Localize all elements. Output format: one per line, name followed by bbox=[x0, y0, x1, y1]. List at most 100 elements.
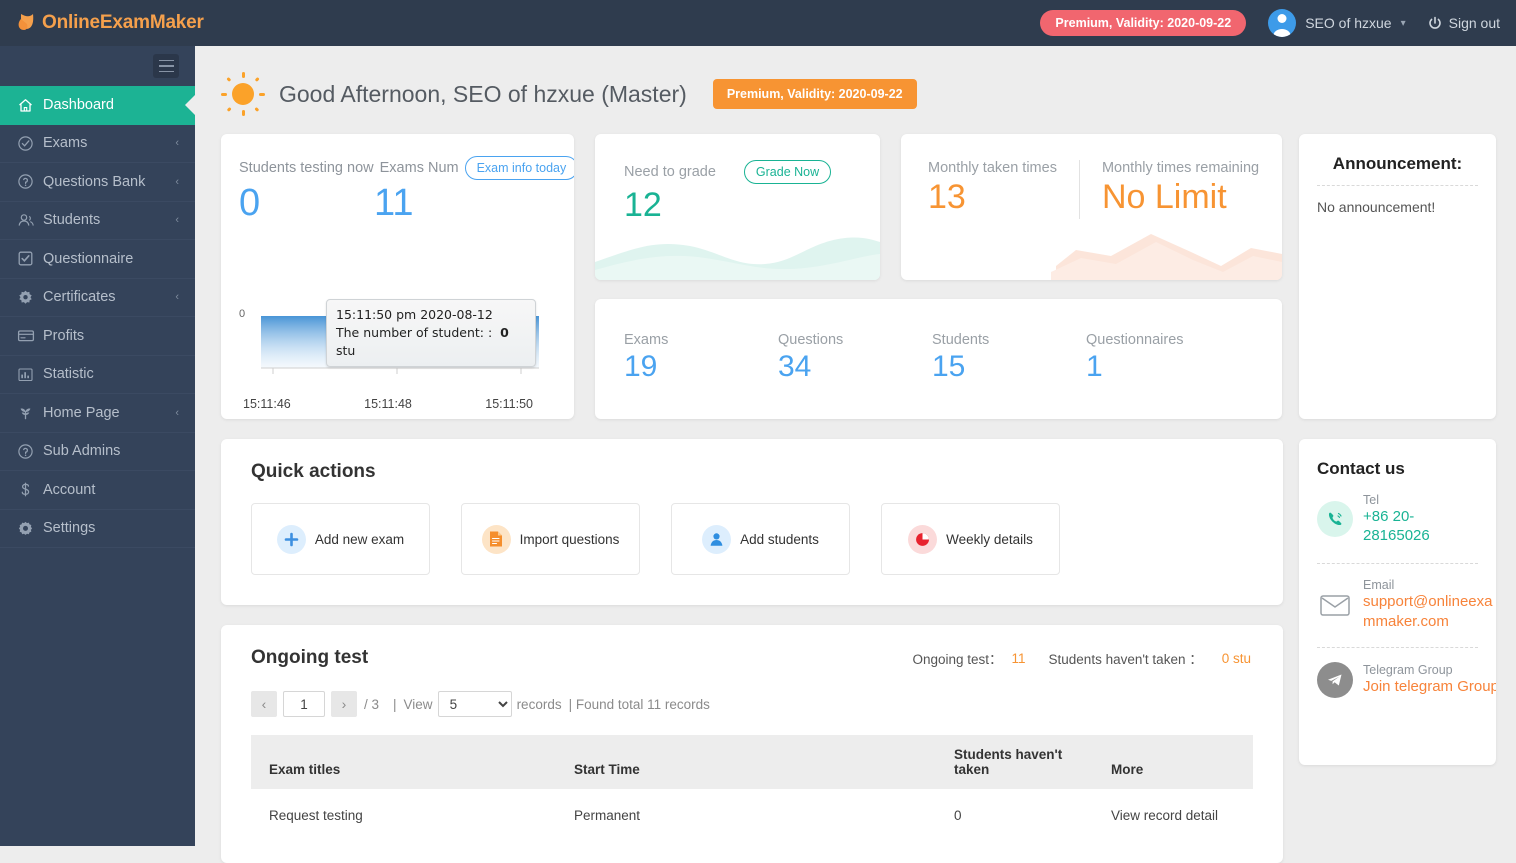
user-menu[interactable]: SEO of hzxue ▾ bbox=[1268, 9, 1406, 37]
ongoing-count-value: 11 bbox=[1011, 650, 1026, 666]
ongoing-title: Ongoing test bbox=[251, 647, 369, 668]
ongoing-test-table: Exam titles Start Time Students haven't … bbox=[251, 735, 1253, 842]
greeting-premium-badge[interactable]: Premium, Validity: 2020-09-22 bbox=[712, 79, 917, 109]
sidebar-item-label: Certificates bbox=[43, 289, 116, 306]
badge-icon bbox=[17, 289, 43, 306]
announcement-body: No announcement! bbox=[1317, 199, 1436, 215]
summary-counts-card: Exams 19 Questions 34 Students 15 Questionnair… bbox=[595, 299, 1282, 419]
monthly-remaining-block: Monthly times remaining No Limit bbox=[1078, 160, 1281, 219]
count-label: Questions bbox=[778, 332, 844, 349]
ongoing-table-body: Request testing Permanent 0 View record det… bbox=[251, 789, 1253, 842]
contact-email-texts: Email support@onlineexammaker.com bbox=[1363, 578, 1496, 630]
sidebar-item-account[interactable]: Account bbox=[0, 471, 195, 510]
quick-action-import-questions[interactable]: Import questions bbox=[461, 503, 640, 575]
count-students[interactable]: Students 15 bbox=[932, 332, 1086, 386]
col-students-not-taken: Students haven't taken bbox=[936, 735, 1093, 789]
quick-action-add-new-exam[interactable]: Add new exam bbox=[251, 503, 430, 575]
user-avatar-icon bbox=[1268, 9, 1297, 37]
greeting-row: Good Afternoon, SEO of hzxue (Master) Pr… bbox=[195, 46, 1516, 116]
sidebar-item-students[interactable]: Students ‹ bbox=[0, 202, 195, 240]
dashboard-side-column: Announcement: No announcement! Contact u… bbox=[1299, 134, 1496, 765]
sidebar-item-label: Dashboard bbox=[43, 97, 114, 114]
sidebar-item-home-page[interactable]: Home Page ‹ bbox=[0, 394, 195, 433]
grade-month-row: Need to grade Grade Now 12 Monthly taken… bbox=[595, 134, 1282, 280]
exam-info-today-button[interactable]: Exam info today bbox=[464, 156, 574, 180]
quick-action-label: Add new exam bbox=[314, 531, 405, 547]
topbar-right-group: Premium, Validity: 2020-09-22 SEO of hzx… bbox=[1040, 9, 1516, 37]
quick-action-label: Weekly details bbox=[946, 531, 1033, 547]
announcement-card: Announcement: No announcement! bbox=[1299, 134, 1496, 419]
sidebar-item-sub-admins[interactable]: Sub Admins bbox=[0, 433, 195, 471]
card-icon bbox=[17, 327, 43, 344]
sidebar-item-dashboard[interactable]: Dashboard bbox=[0, 86, 195, 125]
records-label: records bbox=[516, 696, 562, 712]
contact-tel-value[interactable]: +86 20-28165026 bbox=[1363, 507, 1478, 545]
contact-email-value[interactable]: support@onlineexammaker.com bbox=[1363, 592, 1496, 630]
contact-telegram-label: Telegram Group bbox=[1363, 663, 1453, 678]
contact-telegram-value[interactable]: Join telegram Group bbox=[1363, 677, 1496, 696]
chevron-left-icon: ‹ bbox=[175, 214, 179, 227]
students-testing-label: Students testing now bbox=[239, 160, 374, 176]
plus-icon bbox=[276, 524, 306, 554]
bar-chart-icon bbox=[17, 366, 43, 383]
contact-tel-row[interactable]: Tel +86 20-28165026 bbox=[1317, 493, 1478, 545]
monthly-remaining-value: No Limit bbox=[1101, 178, 1227, 216]
count-label: Students bbox=[932, 332, 990, 349]
cell-not-taken: 0 bbox=[954, 808, 962, 823]
contact-title: Contact us bbox=[1317, 459, 1405, 478]
sidebar-item-settings[interactable]: Settings bbox=[0, 510, 195, 548]
monthly-wave-decoration bbox=[1051, 234, 1282, 280]
signout-button[interactable]: Sign out bbox=[1428, 15, 1500, 31]
contact-telegram-row[interactable]: Telegram Group Join telegram Group bbox=[1317, 661, 1496, 698]
count-questionnaires[interactable]: Questionnaires 1 bbox=[1086, 332, 1240, 386]
table-header-row: Exam titles Start Time Students haven't … bbox=[251, 735, 1253, 789]
gear-icon bbox=[17, 520, 43, 537]
top-cards-row: Students testing now Exams Num Exam info… bbox=[221, 134, 1283, 419]
chart-x-tick-2: 15:11:48 bbox=[364, 397, 412, 411]
chevron-left-icon[interactable]: ‹ bbox=[251, 691, 277, 717]
students-testing-value: 0 bbox=[239, 182, 261, 224]
count-value: 34 bbox=[778, 350, 812, 384]
sidebar-item-statistic[interactable]: Statistic bbox=[0, 356, 195, 394]
quick-action-weekly-details[interactable]: Weekly details bbox=[881, 503, 1060, 575]
sidebar-item-questionnaire[interactable]: Questionnaire bbox=[0, 240, 195, 279]
sidebar-item-label: Profits bbox=[43, 327, 85, 344]
chart-tooltip: 15:11:50 pm 2020-08-12 The number of stu… bbox=[326, 299, 536, 368]
page-size-select[interactable]: 5102050 bbox=[437, 691, 512, 717]
main-content: Good Afternoon, SEO of hzxue (Master) Pr… bbox=[195, 46, 1516, 863]
phone-icon bbox=[1317, 501, 1353, 538]
hamburger-icon[interactable] bbox=[153, 54, 179, 78]
envelope-icon bbox=[1317, 587, 1353, 623]
live-card-header: Students testing now Exams Num Exam info… bbox=[239, 156, 574, 180]
count-exams[interactable]: Exams 19 bbox=[624, 332, 778, 386]
chevron-left-icon: ‹ bbox=[175, 291, 179, 304]
tooltip-label: The number of student: : bbox=[336, 325, 493, 341]
contact-divider-1 bbox=[1317, 563, 1478, 565]
page-number-input[interactable] bbox=[283, 691, 325, 717]
need-to-grade-label: Need to grade bbox=[624, 164, 716, 180]
sidebar-item-certificates[interactable]: Certificates ‹ bbox=[0, 279, 195, 317]
col-start-time: Start Time bbox=[556, 735, 936, 789]
sidebar-item-exams[interactable]: Exams ‹ bbox=[0, 125, 195, 163]
brand-logo[interactable]: OnlineExamMaker bbox=[0, 10, 204, 36]
contact-email-row[interactable]: Email support@onlineexammaker.com bbox=[1317, 578, 1492, 630]
contact-us-card: Contact us Tel +86 20-28165026 Email sup… bbox=[1299, 439, 1496, 765]
premium-badge[interactable]: Premium, Validity: 2020-09-22 bbox=[1040, 10, 1247, 36]
count-questions[interactable]: Questions 34 bbox=[778, 332, 932, 386]
count-label: Questionnaires bbox=[1086, 332, 1184, 349]
ongoing-count-label: Ongoing test： bbox=[912, 652, 1003, 667]
cell-start-time: Permanent bbox=[574, 808, 641, 823]
tooltip-time: 15:11:50 pm 2020-08-12 bbox=[336, 307, 493, 322]
sidebar-item-profits[interactable]: Profits bbox=[0, 317, 195, 356]
view-record-detail-link[interactable]: View record detail bbox=[1093, 789, 1253, 842]
sidebar-toggle-row bbox=[0, 46, 195, 86]
tooltip-unit: stu bbox=[336, 343, 356, 359]
chevron-right-icon[interactable]: › bbox=[331, 691, 357, 717]
sidebar-item-label: Account bbox=[43, 481, 96, 498]
sidebar: Dashboard Exams ‹ Questions Bank ‹ Students ‹ Q… bbox=[0, 46, 195, 846]
quick-action-add-students[interactable]: Add students bbox=[671, 503, 850, 575]
count-label: Exams bbox=[624, 332, 669, 349]
sidebar-item-questions-bank[interactable]: Questions Bank ‹ bbox=[0, 163, 195, 202]
chevron-left-icon: ‹ bbox=[175, 406, 179, 419]
grade-now-button[interactable]: Grade Now bbox=[743, 160, 832, 184]
